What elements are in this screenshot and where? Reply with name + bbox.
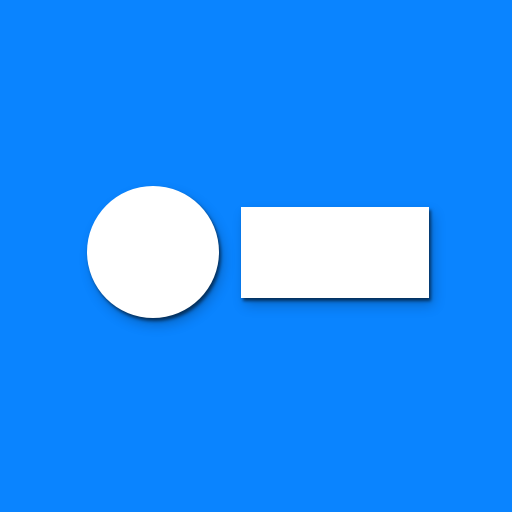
rectangle-shape (241, 207, 429, 298)
app-icon-canvas (0, 0, 512, 512)
circle-shape (87, 186, 219, 318)
